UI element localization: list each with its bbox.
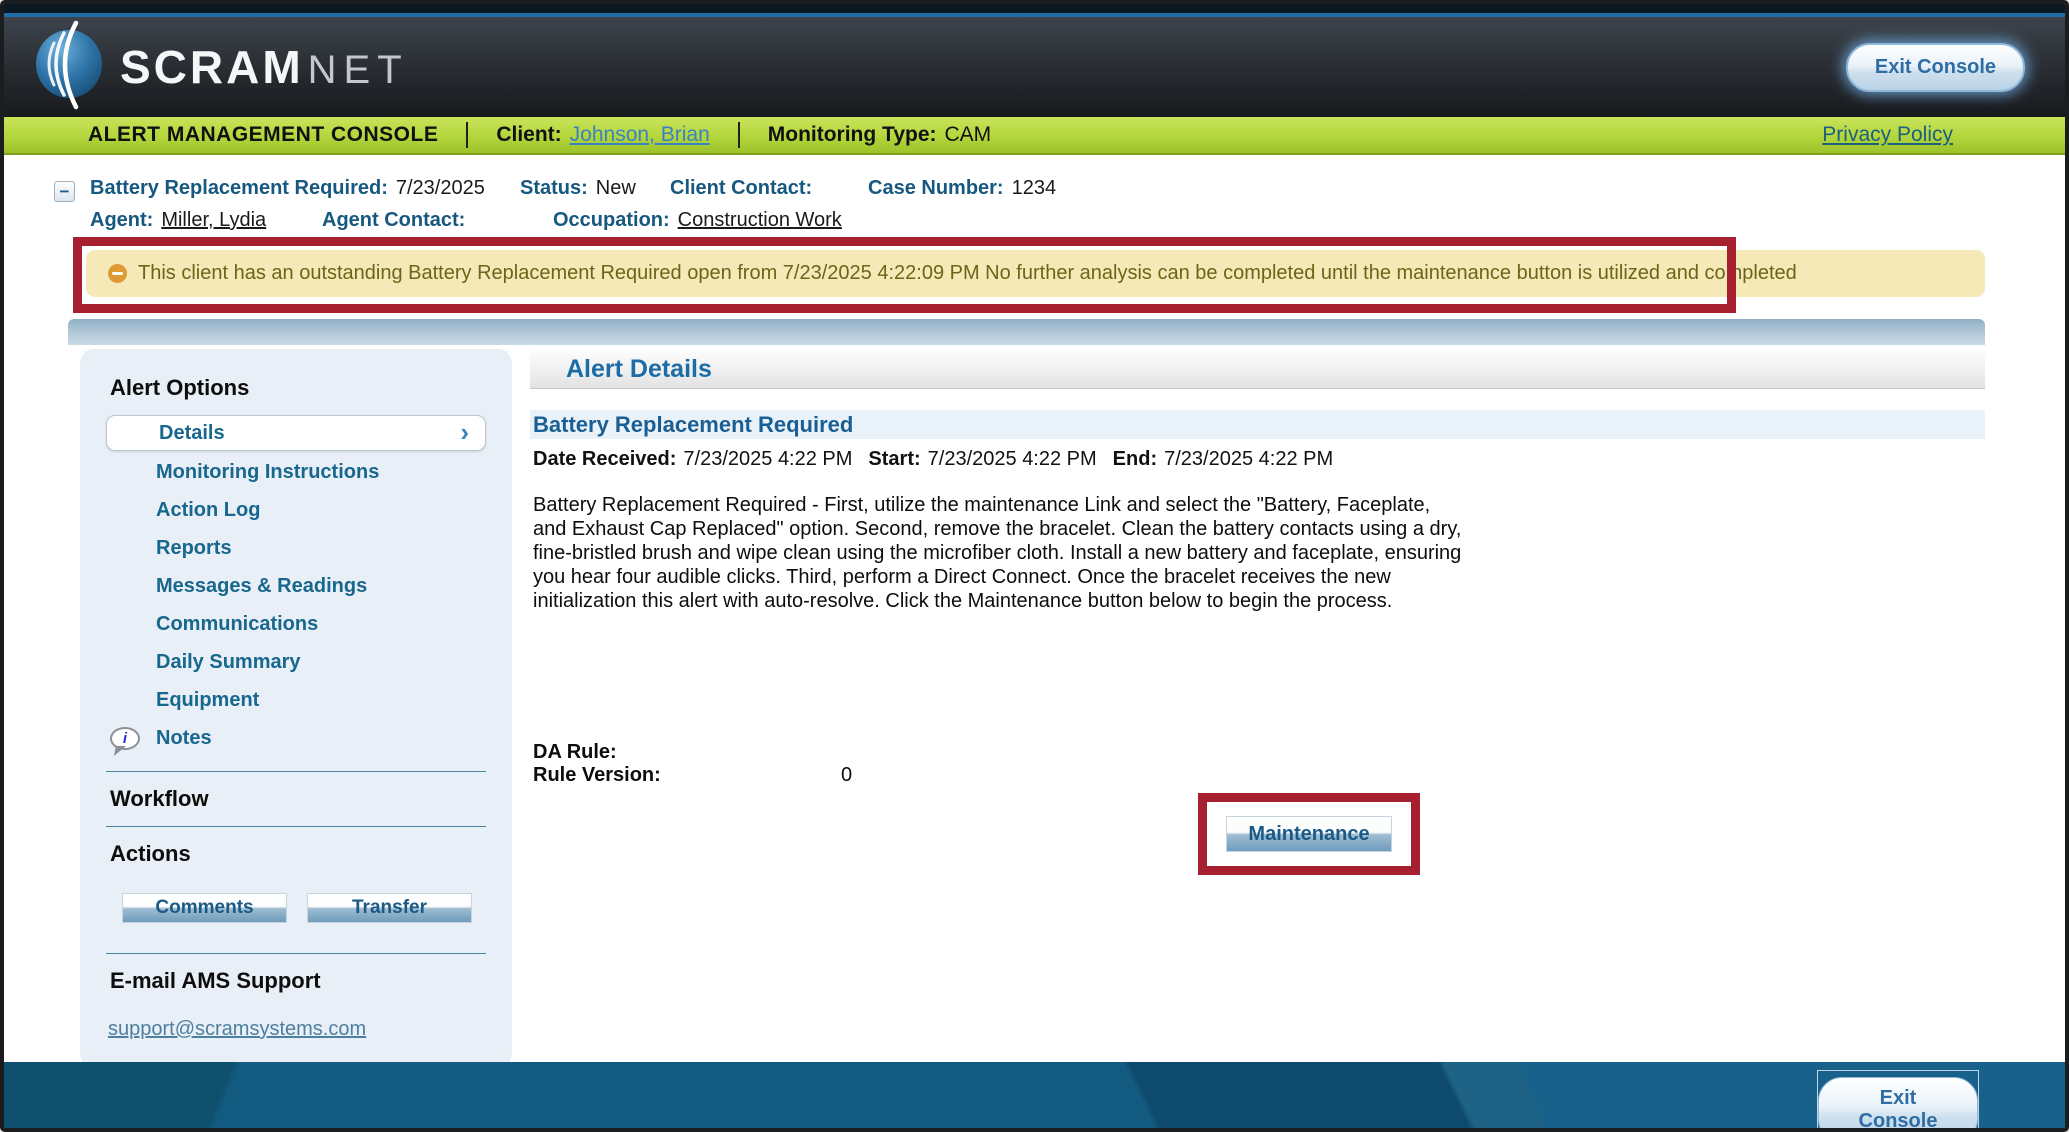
workflow-heading: Workflow [110,786,488,812]
client-label: Client: [496,123,561,147]
exit-console-button-bottom[interactable]: Exit Console [1818,1077,1978,1132]
sidebar-item-label: Notes [156,727,212,750]
comments-button[interactable]: Comments [122,893,287,923]
alert-date-value: 7/23/2025 [396,177,485,199]
collapse-toggle[interactable]: − [54,181,75,202]
monitoring-type-label: Monitoring Type: [768,123,937,147]
exit-console-button-top[interactable]: Exit Console [1846,43,2025,92]
da-rule-label: DA Rule: [533,741,841,764]
start-value: 7/23/2025 4:22 PM [928,448,1097,471]
occupation-label: Occupation: [553,209,670,231]
support-email-link[interactable]: support@scramsystems.com [108,1018,366,1041]
da-rule-row: DA Rule: [533,741,1985,764]
divider [466,122,468,148]
warning-minus-icon [108,264,127,283]
logo-text-scram: SCRAM [120,40,304,94]
sidebar-divider [106,826,486,827]
masthead: SCRAM NET Exit Console [4,17,2065,117]
support-heading: E-mail AMS Support [110,968,488,994]
logo-text-net: NET [308,48,409,93]
footer-band: Exit Console [4,1062,2065,1128]
privacy-policy-link[interactable]: Privacy Policy [1822,123,1953,147]
actions-heading: Actions [110,841,488,867]
start-label: Start: [868,448,920,471]
alert-info-row-2: Agent: Miller, Lydia Agent Contact: Occup… [90,209,2065,232]
sidebar-item-equipment[interactable]: Equipment [104,681,488,719]
status-label: Status: [520,177,588,199]
scramnet-globe-icon [32,19,106,116]
note-info-bubble-icon: i [110,727,140,750]
alert-title-strip: Battery Replacement Required [530,410,1985,439]
sidebar-item-daily-summary[interactable]: Daily Summary [104,643,488,681]
warning-banner-text: This client has an outstanding Battery R… [138,262,1797,285]
date-received-label: Date Received: [533,448,676,471]
sidebar-item-reports[interactable]: Reports [104,529,488,567]
content-area: Alert Options Details › Monitoring Instr… [68,349,1985,1067]
alert-type-label: Battery Replacement Required: [90,177,388,199]
case-number-value: 1234 [1012,177,1057,199]
client-name-link[interactable]: Johnson, Brian [570,123,710,147]
alert-dates-row: Date Received: 7/23/2025 4:22 PM Start: … [533,448,1985,471]
agent-label: Agent: [90,209,153,231]
case-number-label: Case Number: [868,177,1004,199]
warning-banner: This client has an outstanding Battery R… [86,250,1985,297]
content-top-strip [68,319,1985,345]
occupation-value-link[interactable]: Construction Work [678,209,842,231]
date-received-value: 7/23/2025 4:22 PM [683,448,852,471]
maintenance-zone: Maintenance [530,787,1985,897]
chevron-right-icon: › [460,416,469,450]
console-bar: ALERT MANAGEMENT CONSOLE Client: Johnson… [4,117,2065,155]
actions-button-row: Comments Transfer [122,893,488,923]
alert-description: Battery Replacement Required - First, ut… [533,493,1468,613]
red-highlight-maintenance: Maintenance [1198,793,1420,875]
agent-contact-label: Agent Contact: [322,209,465,231]
sidebar-item-messages-readings[interactable]: Messages & Readings [104,567,488,605]
scramnet-logo: SCRAM NET [32,19,409,116]
sidebar-item-communications[interactable]: Communications [104,605,488,643]
sidebar-divider [106,771,486,772]
console-title: ALERT MANAGEMENT CONSOLE [88,123,438,147]
monitoring-type-value: CAM [945,123,992,147]
sidebar-item-label: Details [159,416,225,450]
alert-details-title: Alert Details [566,355,712,384]
rule-version-label: Rule Version: [533,764,841,787]
warning-banner-zone: This client has an outstanding Battery R… [4,237,2065,319]
status-value: New [596,177,636,199]
sidebar-item-details[interactable]: Details › [106,415,486,451]
main-panel: Alert Details Battery Replacement Requir… [530,349,1985,897]
alert-details-header: Alert Details [530,349,1985,389]
alert-options-heading: Alert Options [110,375,488,401]
alert-info-row-1: Battery Replacement Required: 7/23/2025 S… [90,177,2065,200]
agent-name-link[interactable]: Miller, Lydia [161,209,266,231]
client-contact-label: Client Contact: [670,177,812,199]
sidebar-divider [106,953,486,954]
app-window: SCRAM NET Exit Console ALERT MANAGEMENT … [0,0,2069,1132]
exit-console-focus-box: Exit Console [1817,1070,1979,1132]
maintenance-button[interactable]: Maintenance [1226,816,1392,852]
sidebar-item-notes[interactable]: i Notes [104,719,488,757]
sidebar: Alert Options Details › Monitoring Instr… [80,349,512,1067]
alert-info-section: − Battery Replacement Required: 7/23/2025… [4,155,2065,237]
transfer-button[interactable]: Transfer [307,893,472,923]
rule-version-row: Rule Version: 0 [533,764,1985,787]
rule-version-value: 0 [841,764,852,787]
end-value: 7/23/2025 4:22 PM [1164,448,1333,471]
sidebar-item-monitoring-instructions[interactable]: Monitoring Instructions [104,453,488,491]
divider [738,122,740,148]
top-navy-strip [4,4,2065,13]
end-label: End: [1113,448,1157,471]
rule-info-block: DA Rule: Rule Version: 0 [533,741,1985,787]
sidebar-item-action-log[interactable]: Action Log [104,491,488,529]
